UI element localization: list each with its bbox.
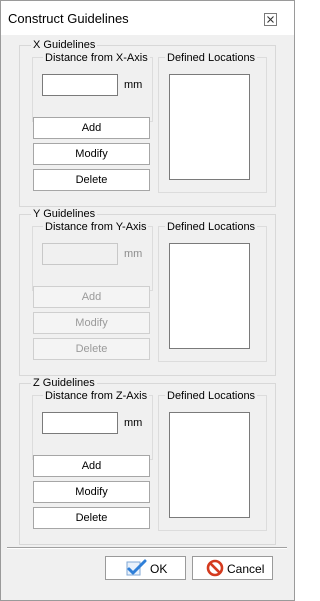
dialog-title: Construct Guidelines xyxy=(8,11,129,26)
y-modify-button[interactable]: Modify xyxy=(33,312,150,334)
x-unit-label: mm xyxy=(124,79,143,91)
z-distance-group: Distance from Z-Axis mm xyxy=(32,390,153,460)
y-distance-label: Distance from Y-Axis xyxy=(43,221,149,233)
x-guidelines-label: X Guidelines xyxy=(31,39,98,51)
z-distance-input[interactable] xyxy=(42,412,118,434)
z-unit-label: mm xyxy=(124,417,143,429)
y-unit-label: mm xyxy=(124,248,143,260)
y-add-button[interactable]: Add xyxy=(33,286,150,308)
z-defined-locations-group: Defined Locations xyxy=(158,390,267,531)
construct-guidelines-dialog: Construct Guidelines X Guidelines Distan… xyxy=(0,0,295,601)
close-button[interactable] xyxy=(264,13,277,26)
z-defined-locations-label: Defined Locations xyxy=(165,390,258,402)
checkmark-icon xyxy=(126,559,147,576)
x-distance-group: Distance from X-Axis mm xyxy=(32,52,153,122)
y-defined-locations-list[interactable] xyxy=(169,243,250,349)
x-distance-label: Distance from X-Axis xyxy=(43,52,150,64)
y-guidelines-label: Y Guidelines xyxy=(31,208,98,220)
y-delete-button[interactable]: Delete xyxy=(33,338,150,360)
z-distance-label: Distance from Z-Axis xyxy=(43,390,150,402)
ok-button[interactable]: OK xyxy=(105,556,186,580)
z-guidelines-group: Z Guidelines Distance from Z-Axis mm Add… xyxy=(19,377,276,545)
x-defined-locations-list[interactable] xyxy=(169,74,250,180)
z-add-button[interactable]: Add xyxy=(33,455,150,477)
cancel-label: Cancel xyxy=(227,562,265,576)
prohibited-icon xyxy=(206,559,224,577)
z-delete-button[interactable]: Delete xyxy=(33,507,150,529)
close-icon xyxy=(267,16,274,23)
z-modify-button[interactable]: Modify xyxy=(33,481,150,503)
title-bar: Construct Guidelines xyxy=(1,1,294,35)
y-defined-locations-label: Defined Locations xyxy=(165,221,258,233)
y-guidelines-group: Y Guidelines Distance from Y-Axis mm Add… xyxy=(19,208,276,376)
y-defined-locations-group: Defined Locations xyxy=(158,221,267,362)
y-distance-group: Distance from Y-Axis mm xyxy=(32,221,153,291)
y-distance-input[interactable] xyxy=(42,243,118,265)
cancel-button[interactable]: Cancel xyxy=(192,556,273,580)
x-defined-locations-group: Defined Locations xyxy=(158,52,267,193)
x-defined-locations-label: Defined Locations xyxy=(165,52,258,64)
z-defined-locations-list[interactable] xyxy=(169,412,250,518)
x-modify-button[interactable]: Modify xyxy=(33,143,150,165)
x-delete-button[interactable]: Delete xyxy=(33,169,150,191)
ok-label: OK xyxy=(150,562,168,576)
x-add-button[interactable]: Add xyxy=(33,117,150,139)
x-guidelines-group: X Guidelines Distance from X-Axis mm Add… xyxy=(19,39,276,207)
x-distance-input[interactable] xyxy=(42,74,118,96)
z-guidelines-label: Z Guidelines xyxy=(31,377,97,389)
footer-separator xyxy=(7,547,287,549)
